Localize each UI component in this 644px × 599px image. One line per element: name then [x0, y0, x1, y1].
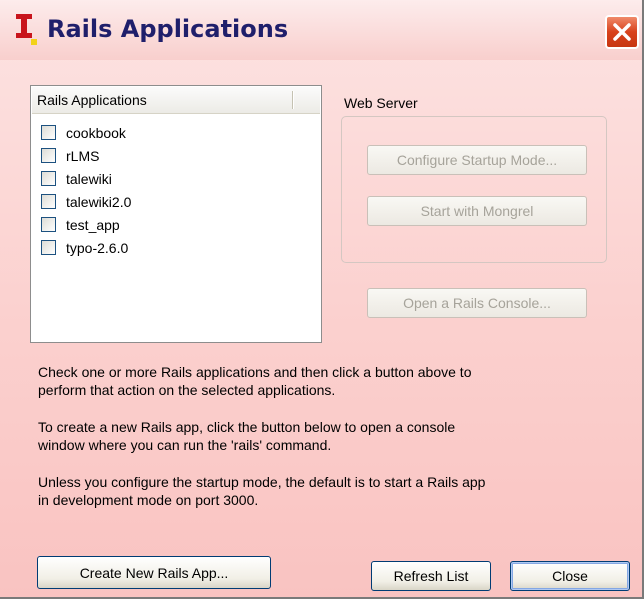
list-item[interactable]: talewiki: [41, 167, 131, 190]
instantrails-logo-icon: [16, 14, 37, 45]
app-name: cookbook: [66, 124, 126, 141]
help-text-4: window where you can run the 'rails' com…: [38, 437, 332, 453]
rails-applications-list[interactable]: Rails Applications cookbook rLMS talewik…: [30, 85, 322, 343]
app-checkbox[interactable]: [41, 194, 56, 209]
app-checkbox[interactable]: [41, 240, 56, 255]
help-text-1: Check one or more Rails applications and…: [38, 364, 472, 380]
app-checkbox[interactable]: [41, 171, 56, 186]
help-text-2: perform that action on the selected appl…: [38, 382, 336, 398]
list-column-header[interactable]: Rails Applications: [32, 87, 320, 114]
list-header-label: Rails Applications: [37, 92, 147, 108]
refresh-list-button[interactable]: Refresh List: [371, 561, 491, 591]
rails-applications-dialog: Rails Applications Rails Applications co…: [0, 0, 644, 599]
list-item[interactable]: typo-2.6.0: [41, 236, 131, 259]
web-server-group-label: Web Server: [344, 95, 418, 111]
list-item[interactable]: cookbook: [41, 121, 131, 144]
help-text-3: To create a new Rails app, click the but…: [38, 419, 456, 435]
app-checkbox[interactable]: [41, 217, 56, 232]
help-text-5: Unless you configure the startup mode, t…: [38, 474, 486, 490]
app-name: talewiki2.0: [66, 193, 132, 210]
list-items: cookbook rLMS talewiki talewiki2.0 test_…: [41, 121, 131, 259]
list-item[interactable]: test_app: [41, 213, 131, 236]
start-with-mongrel-button[interactable]: Start with Mongrel: [367, 196, 587, 226]
window-title: Rails Applications: [47, 15, 289, 43]
app-checkbox[interactable]: [41, 148, 56, 163]
close-window-button[interactable]: [605, 15, 639, 49]
app-name: test_app: [66, 216, 120, 233]
app-checkbox[interactable]: [41, 125, 56, 140]
create-new-rails-app-button[interactable]: Create New Rails App...: [37, 556, 271, 589]
app-name: talewiki: [66, 170, 112, 187]
configure-startup-mode-button[interactable]: Configure Startup Mode...: [367, 145, 587, 175]
close-x-icon: [613, 23, 631, 41]
app-name: rLMS: [66, 147, 100, 164]
list-item[interactable]: talewiki2.0: [41, 190, 131, 213]
list-item[interactable]: rLMS: [41, 144, 131, 167]
close-button[interactable]: Close: [510, 561, 630, 591]
web-server-group: [341, 116, 607, 263]
title-bar[interactable]: Rails Applications: [0, 0, 642, 60]
column-divider[interactable]: [292, 91, 294, 109]
help-text-6: in development mode on port 3000.: [38, 492, 259, 508]
app-name: typo-2.6.0: [66, 239, 129, 256]
open-rails-console-button[interactable]: Open a Rails Console...: [367, 288, 587, 318]
